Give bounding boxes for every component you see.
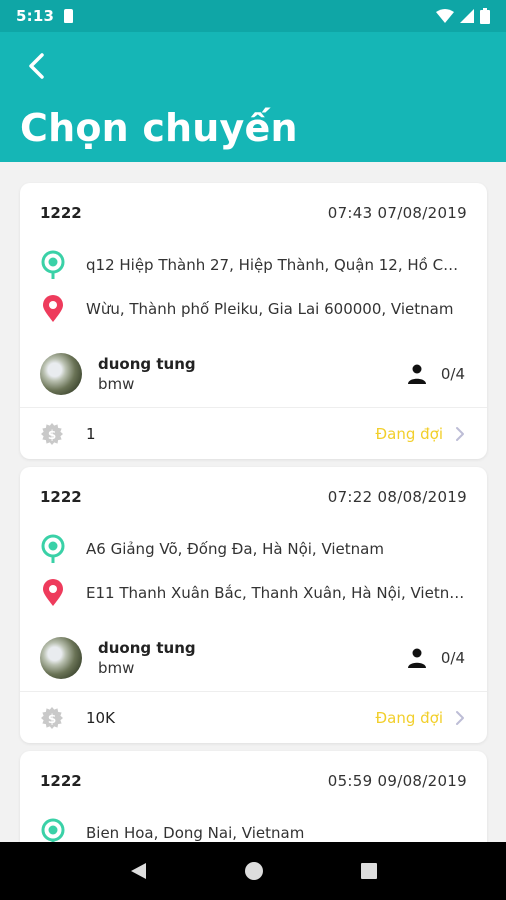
dropoff-address: E11 Thanh Xuân Bắc, Thanh Xuân, Hà Nội, … — [86, 584, 467, 602]
pickup-row: Bien Hoa, Dong Nai, Vietnam — [20, 811, 487, 842]
trip-status: Đang đợi — [375, 708, 443, 727]
driver-info: duong tung bmw — [98, 639, 196, 677]
dropoff-row: Wừu, Thành phố Pleiku, Gia Lai 600000, V… — [20, 287, 487, 331]
app-bar: Chọn chuyến — [0, 32, 506, 162]
dropoff-pin-icon — [40, 294, 66, 324]
back-button[interactable] — [16, 46, 56, 86]
trip-card[interactable]: 1222 05:59 09/08/2019 Bien Hoa, Dong Nai… — [20, 751, 487, 842]
status-time: 5:13 — [16, 7, 55, 25]
trip-price: 10K — [86, 708, 115, 727]
trip-status: Đang đợi — [375, 424, 443, 443]
seat-count-value: 0/4 — [440, 649, 465, 667]
pickup-pin-icon — [40, 250, 66, 280]
arrow-left-icon — [29, 53, 44, 79]
nav-back-icon[interactable] — [128, 861, 148, 881]
battery-icon — [480, 8, 490, 24]
trip-card[interactable]: 1222 07:43 07/08/2019 q12 Hiệp Thành 27,… — [20, 183, 487, 459]
trip-list[interactable]: 1222 07:43 07/08/2019 q12 Hiệp Thành 27,… — [0, 162, 506, 842]
sim-card-icon — [64, 9, 74, 23]
signal-icon — [460, 9, 474, 23]
pickup-address: Bien Hoa, Dong Nai, Vietnam — [86, 824, 305, 842]
trip-card[interactable]: 1222 07:22 08/08/2019 A6 Giảng Võ, Đống … — [20, 467, 487, 743]
driver-name: duong tung — [98, 639, 196, 657]
seat-count: 0/4 — [407, 364, 465, 384]
person-icon — [407, 364, 426, 384]
seat-count: 0/4 — [407, 648, 465, 668]
trip-datetime: 07:22 08/08/2019 — [327, 488, 467, 506]
trip-card-header: 1222 07:22 08/08/2019 — [20, 467, 487, 527]
trip-code: 1222 — [40, 204, 82, 222]
status-bar: 5:13 — [0, 0, 506, 32]
nav-home-icon[interactable] — [244, 861, 264, 881]
dollar-coin-icon: $ — [41, 706, 63, 729]
wifi-icon — [436, 9, 454, 23]
dollar-coin-icon: $ — [41, 422, 63, 445]
trip-card-footer[interactable]: $ 1 Đang đợi — [20, 407, 487, 459]
chevron-right-icon[interactable] — [453, 425, 467, 443]
driver-car: bmw — [98, 659, 135, 677]
pickup-address: q12 Hiệp Thành 27, Hiệp Thành, Quận 12, … — [86, 256, 467, 274]
driver-avatar — [40, 637, 82, 679]
pickup-pin-icon — [40, 818, 66, 842]
pickup-pin-icon — [40, 534, 66, 564]
system-nav-bar — [0, 842, 506, 900]
trip-card-header: 1222 05:59 09/08/2019 — [20, 751, 487, 811]
pickup-row: A6 Giảng Võ, Đống Đa, Hà Nội, Vietnam — [20, 527, 487, 571]
dropoff-pin-icon — [40, 578, 66, 608]
trip-datetime: 05:59 09/08/2019 — [327, 772, 467, 790]
trip-price: 1 — [86, 424, 96, 443]
trip-card-header: 1222 07:43 07/08/2019 — [20, 183, 487, 243]
pickup-address: A6 Giảng Võ, Đống Đa, Hà Nội, Vietnam — [86, 540, 384, 558]
driver-avatar — [40, 353, 82, 395]
seat-count-value: 0/4 — [440, 365, 465, 383]
nav-recents-icon[interactable] — [360, 862, 378, 880]
pickup-row: q12 Hiệp Thành 27, Hiệp Thành, Quận 12, … — [20, 243, 487, 287]
trip-code: 1222 — [40, 488, 82, 506]
dropoff-row: E11 Thanh Xuân Bắc, Thanh Xuân, Hà Nội, … — [20, 571, 487, 615]
driver-row: duong tung bmw 0/4 — [20, 341, 487, 407]
driver-name: duong tung — [98, 355, 196, 373]
person-icon — [407, 648, 426, 668]
trip-datetime: 07:43 07/08/2019 — [327, 204, 467, 222]
chevron-right-icon[interactable] — [453, 709, 467, 727]
driver-info: duong tung bmw — [98, 355, 196, 393]
svg-text:$: $ — [48, 712, 56, 726]
driver-car: bmw — [98, 375, 135, 393]
svg-text:$: $ — [48, 428, 56, 442]
driver-row: duong tung bmw 0/4 — [20, 625, 487, 691]
dropoff-address: Wừu, Thành phố Pleiku, Gia Lai 600000, V… — [86, 300, 454, 318]
trip-code: 1222 — [40, 772, 82, 790]
page-title: Chọn chuyến — [20, 106, 298, 150]
trip-card-footer[interactable]: $ 10K Đang đợi — [20, 691, 487, 743]
